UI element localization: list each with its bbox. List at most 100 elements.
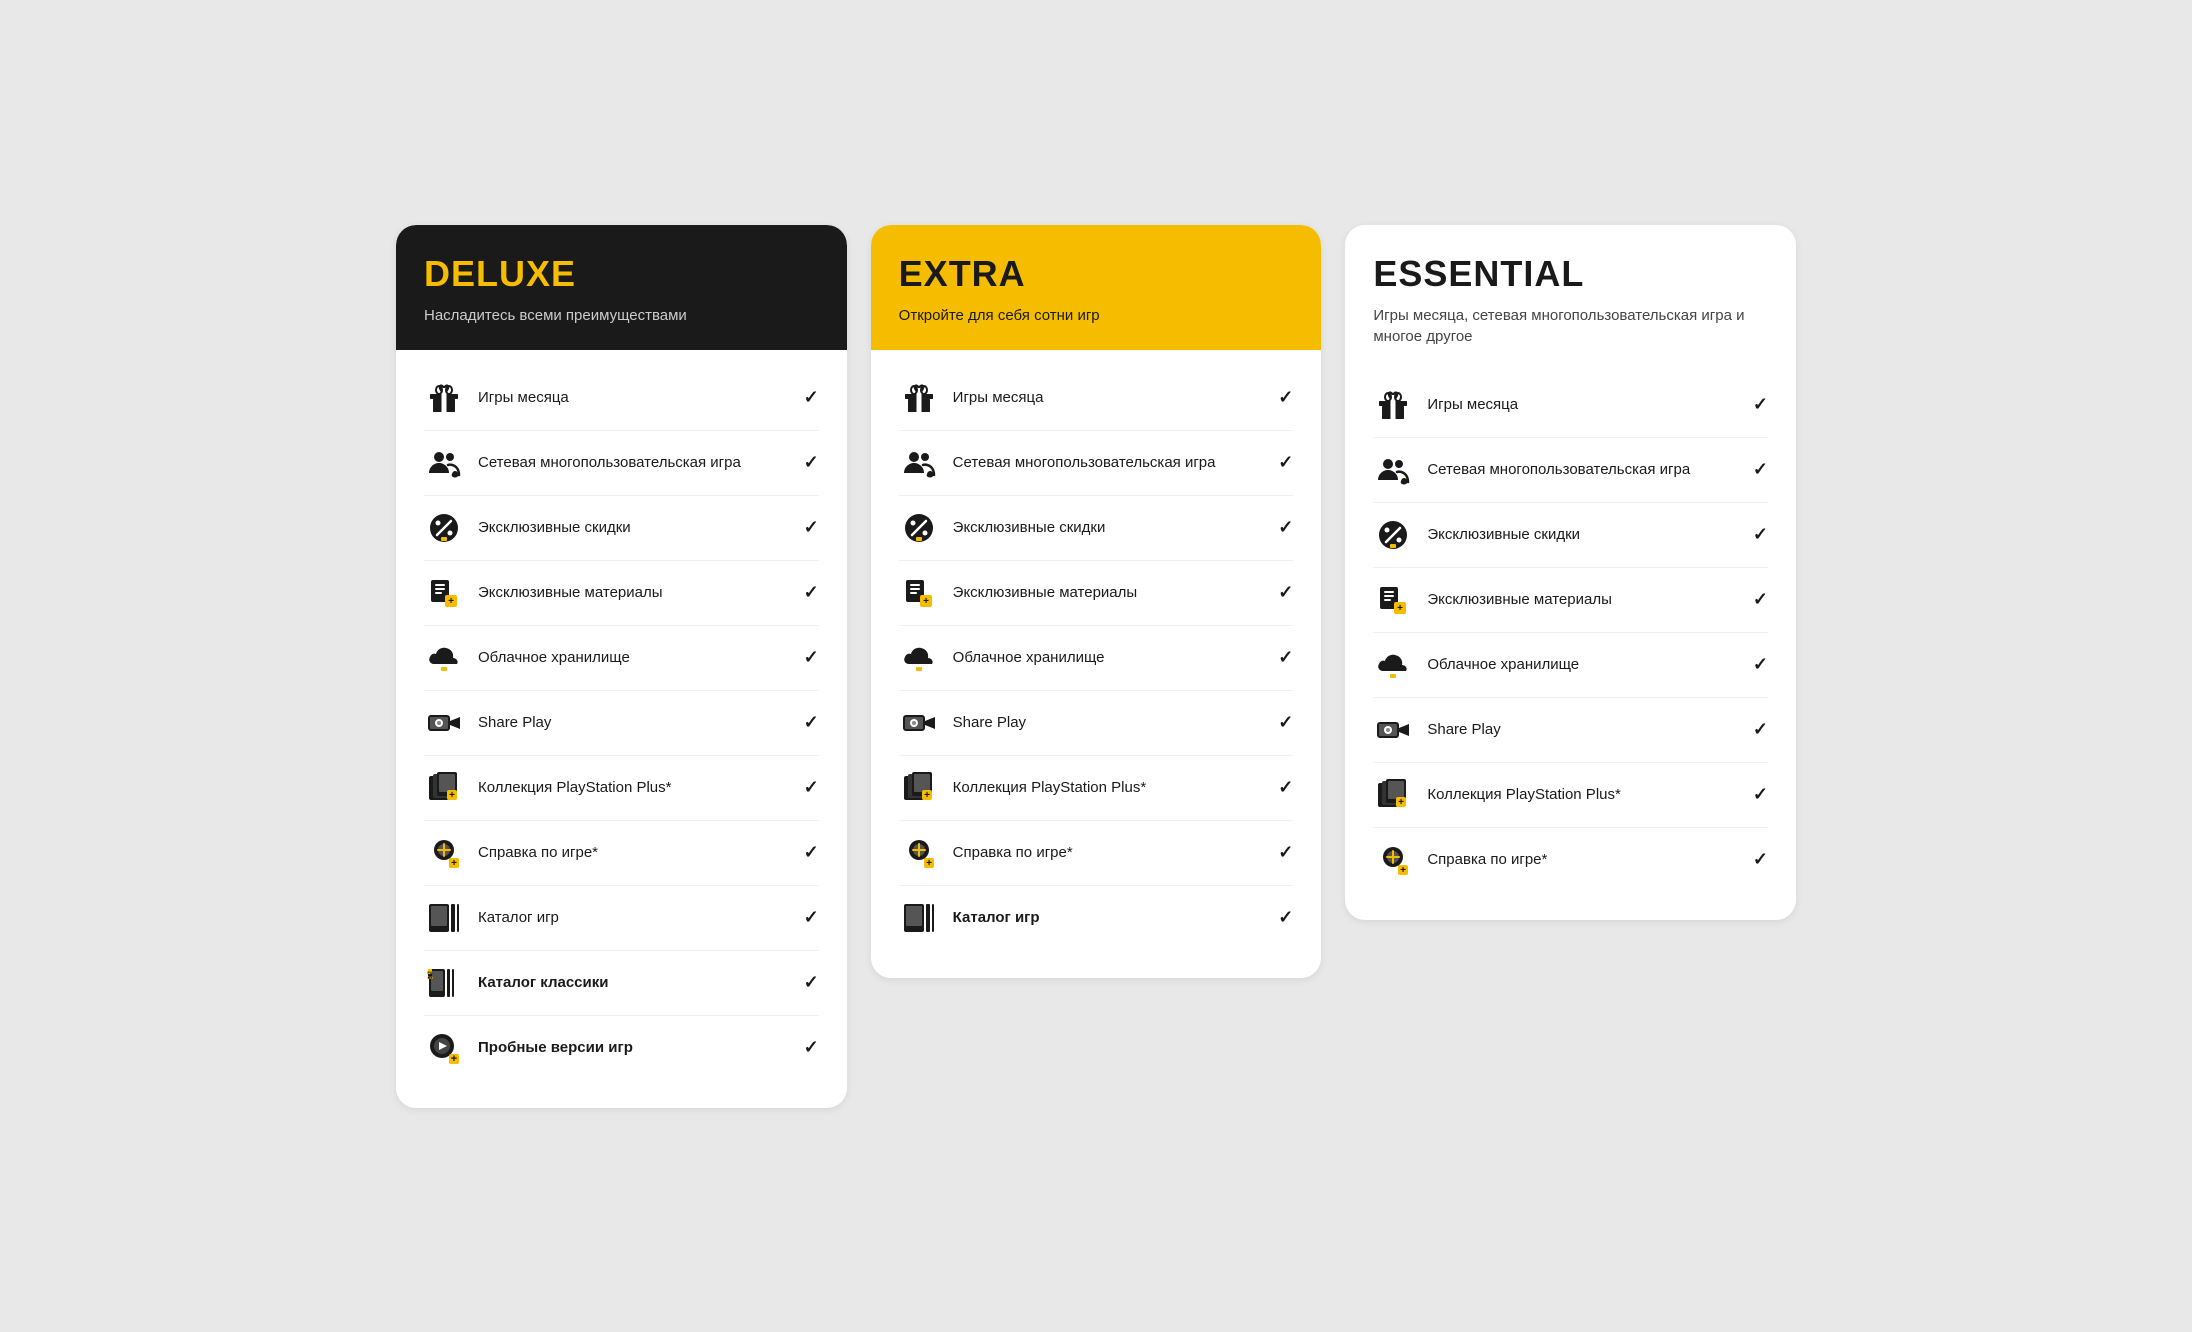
- feature-check-deluxe-3: ✓: [804, 582, 819, 603]
- feature-label-deluxe-0: Игры месяца: [478, 388, 790, 408]
- discount-icon: [424, 508, 464, 548]
- svg-text:+: +: [448, 596, 454, 607]
- feature-row-deluxe-7: + Справка по игре* ✓: [424, 821, 819, 886]
- feature-row-extra-3: + Эксклюзивные материалы✓: [899, 561, 1294, 626]
- shareplay-icon: [899, 703, 939, 743]
- feature-label-essential-3: Эксклюзивные материалы: [1427, 590, 1739, 610]
- materials-icon: +: [424, 573, 464, 613]
- feature-label-deluxe-2: Эксклюзивные скидки: [478, 518, 790, 538]
- feature-check-essential-5: ✓: [1753, 719, 1768, 740]
- feature-label-extra-1: Сетевая многопользовательская игра: [953, 453, 1265, 473]
- feature-check-deluxe-6: ✓: [804, 777, 819, 798]
- feature-label-deluxe-5: Share Play: [478, 713, 790, 733]
- feature-check-deluxe-4: ✓: [804, 647, 819, 668]
- feature-row-essential-3: + Эксклюзивные материалы✓: [1373, 568, 1768, 633]
- catalog-icon: [424, 898, 464, 938]
- feature-label-extra-6: Коллекция PlayStation Plus*: [953, 778, 1265, 798]
- svg-text:+: +: [451, 858, 457, 869]
- discount-icon: [899, 508, 939, 548]
- collection-icon: +: [899, 768, 939, 808]
- feature-row-deluxe-2: Эксклюзивные скидки ✓: [424, 496, 819, 561]
- feature-row-essential-6: + Коллекция PlayStation Plus*✓: [1373, 763, 1768, 828]
- feature-check-deluxe-7: ✓: [804, 842, 819, 863]
- svg-text:+: +: [449, 790, 455, 801]
- svg-text:+: +: [1397, 603, 1403, 614]
- card-extra-body: Игры месяца ✓ Сетевая многопользовательск…: [871, 350, 1322, 978]
- feature-check-extra-4: ✓: [1278, 647, 1293, 668]
- cloud-icon: +: [424, 638, 464, 678]
- feature-row-extra-0: Игры месяца ✓: [899, 366, 1294, 431]
- feature-row-deluxe-0: Игры месяца ✓: [424, 366, 819, 431]
- materials-icon: +: [899, 573, 939, 613]
- feature-row-deluxe-8: Каталог игр✓: [424, 886, 819, 951]
- cloud-icon: +: [899, 638, 939, 678]
- feature-check-extra-7: ✓: [1278, 842, 1293, 863]
- multiplayer-icon: [424, 443, 464, 483]
- multiplayer-icon: [899, 443, 939, 483]
- feature-label-extra-4: Облачное хранилище: [953, 648, 1265, 668]
- discount-icon: [1373, 515, 1413, 555]
- feature-row-deluxe-9: PA CO Каталог классики✓: [424, 951, 819, 1016]
- feature-row-extra-5: Share Play✓: [899, 691, 1294, 756]
- feature-check-deluxe-0: ✓: [804, 387, 819, 408]
- feature-row-essential-0: Игры месяца✓: [1373, 373, 1768, 438]
- card-essential-subtitle: Игры месяца, сетевая многопользовательск…: [1373, 305, 1768, 347]
- card-extra-subtitle: Откройте для себя сотни игр: [899, 305, 1294, 326]
- trial-icon: +: [424, 1028, 464, 1068]
- feature-row-extra-6: + Коллекция PlayStation Plus* ✓: [899, 756, 1294, 821]
- svg-text:+: +: [1398, 797, 1404, 808]
- materials-icon: +: [1373, 580, 1413, 620]
- gift-icon: [899, 378, 939, 418]
- feature-check-deluxe-1: ✓: [804, 452, 819, 473]
- feature-row-extra-4: + Облачное хранилище ✓: [899, 626, 1294, 691]
- feature-row-essential-4: + Облачное хранилище✓: [1373, 633, 1768, 698]
- feature-label-essential-0: Игры месяца: [1427, 395, 1739, 415]
- feature-row-deluxe-4: + Облачное хранилище✓: [424, 626, 819, 691]
- feature-row-deluxe-1: Сетевая многопользовательская игра ✓: [424, 431, 819, 496]
- card-essential: ESSENTIAL Игры месяца, сетевая многопольз…: [1345, 225, 1796, 920]
- svg-text:+: +: [924, 790, 930, 801]
- feature-check-extra-0: ✓: [1278, 387, 1293, 408]
- feature-row-deluxe-3: + Эксклюзивные материалы ✓: [424, 561, 819, 626]
- shareplay-icon: [424, 703, 464, 743]
- card-deluxe-subtitle: Насладитесь всеми преимуществами: [424, 305, 819, 326]
- card-deluxe-body: Игры месяца ✓ Сетевая многопользовательск…: [396, 350, 847, 1108]
- feature-row-essential-7: + Справка по игре*✓: [1373, 828, 1768, 892]
- feature-check-essential-2: ✓: [1753, 524, 1768, 545]
- svg-text:+: +: [451, 1053, 457, 1065]
- card-deluxe-title: DELUXE: [424, 253, 819, 295]
- card-essential-title: ESSENTIAL: [1373, 253, 1768, 295]
- feature-check-extra-6: ✓: [1278, 777, 1293, 798]
- svg-text:+: +: [1391, 664, 1396, 673]
- svg-text:+: +: [926, 858, 932, 869]
- gift-icon: [424, 378, 464, 418]
- feature-row-essential-2: Эксклюзивные скидки✓: [1373, 503, 1768, 568]
- card-extra-title: EXTRA: [899, 253, 1294, 295]
- feature-check-deluxe-9: ✓: [804, 972, 819, 993]
- feature-check-deluxe-2: ✓: [804, 517, 819, 538]
- feature-row-extra-2: Эксклюзивные скидки✓: [899, 496, 1294, 561]
- feature-label-extra-7: Справка по игре*: [953, 843, 1265, 863]
- feature-check-extra-5: ✓: [1278, 712, 1293, 733]
- feature-check-extra-2: ✓: [1278, 517, 1293, 538]
- feature-check-extra-8: ✓: [1278, 907, 1293, 928]
- card-essential-header: ESSENTIAL Игры месяца, сетевая многопольз…: [1345, 225, 1796, 357]
- feature-row-essential-1: Сетевая многопользовательская игра✓: [1373, 438, 1768, 503]
- feature-label-deluxe-6: Коллекция PlayStation Plus*: [478, 778, 790, 798]
- shareplay-icon: [1373, 710, 1413, 750]
- gift-icon: [1373, 385, 1413, 425]
- feature-label-extra-3: Эксклюзивные материалы: [953, 583, 1265, 603]
- feature-check-deluxe-5: ✓: [804, 712, 819, 733]
- hint-icon: +: [424, 833, 464, 873]
- card-extra-header: EXTRA Откройте для себя сотни игр: [871, 225, 1322, 350]
- card-deluxe: DELUXE Насладитесь всеми преимуществами И…: [396, 225, 847, 1108]
- feature-check-extra-1: ✓: [1278, 452, 1293, 473]
- feature-label-deluxe-3: Эксклюзивные материалы: [478, 583, 790, 603]
- feature-label-deluxe-1: Сетевая многопользовательская игра: [478, 453, 790, 473]
- feature-label-extra-0: Игры месяца: [953, 388, 1265, 408]
- feature-label-essential-1: Сетевая многопользовательская игра: [1427, 460, 1739, 480]
- feature-check-deluxe-10: ✓: [804, 1037, 819, 1058]
- feature-label-deluxe-7: Справка по игре*: [478, 843, 790, 863]
- svg-text:+: +: [916, 657, 921, 666]
- feature-row-extra-8: Каталог игр✓: [899, 886, 1294, 950]
